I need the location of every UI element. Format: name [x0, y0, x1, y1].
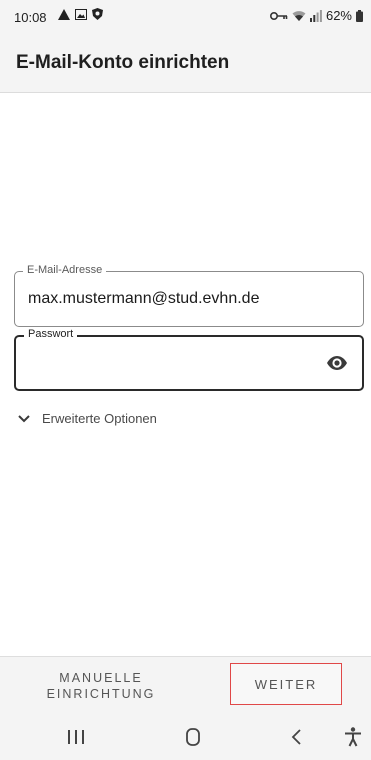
bottom-action-bar: MANUELLE EINRICHTUNG WEITER: [0, 656, 371, 715]
status-bar: 10:08 62%: [0, 0, 371, 34]
email-field-value[interactable]: max.mustermann@stud.evhn.de: [28, 290, 259, 308]
page-title: E-Mail-Konto einrichten: [16, 52, 230, 73]
battery-icon: [356, 9, 363, 22]
signal-icon: [309, 9, 322, 22]
manual-setup-button[interactable]: MANUELLE EINRICHTUNG: [14, 665, 188, 707]
system-nav-bar: [0, 714, 371, 760]
email-field[interactable]: E-Mail-Adresse max.mustermann@stud.evhn.…: [14, 264, 364, 327]
advanced-options-toggle[interactable]: Erweiterte Optionen: [18, 411, 157, 426]
manual-setup-label-line1: MANUELLE: [59, 671, 143, 685]
home-icon[interactable]: [182, 726, 204, 748]
status-right-icons: 62%: [269, 8, 363, 23]
password-field[interactable]: Passwort: [14, 328, 364, 391]
content-area: E-Mail-Adresse max.mustermann@stud.evhn.…: [0, 93, 371, 656]
email-field-label: E-Mail-Adresse: [23, 264, 107, 276]
next-button[interactable]: WEITER: [230, 663, 342, 705]
manual-setup-label-line2: EINRICHTUNG: [46, 687, 156, 701]
accessibility-icon[interactable]: [342, 726, 364, 748]
battery-percent: 62%: [325, 8, 352, 23]
eye-icon[interactable]: [326, 355, 348, 371]
advanced-options-label: Erweiterte Optionen: [42, 411, 157, 426]
status-left-icons: [58, 8, 103, 20]
recents-icon[interactable]: [65, 726, 87, 748]
app-bar: E-Mail-Konto einrichten: [0, 34, 371, 93]
alert-icon: [58, 8, 70, 20]
image-icon: [75, 8, 87, 20]
wifi-icon: [292, 10, 306, 21]
chevron-down-icon: [18, 414, 30, 422]
shield-icon: [92, 8, 103, 20]
status-time: 10:08: [14, 10, 47, 25]
vpn-key-icon: [269, 11, 288, 20]
password-field-label: Passwort: [24, 328, 78, 340]
back-icon[interactable]: [286, 726, 308, 748]
